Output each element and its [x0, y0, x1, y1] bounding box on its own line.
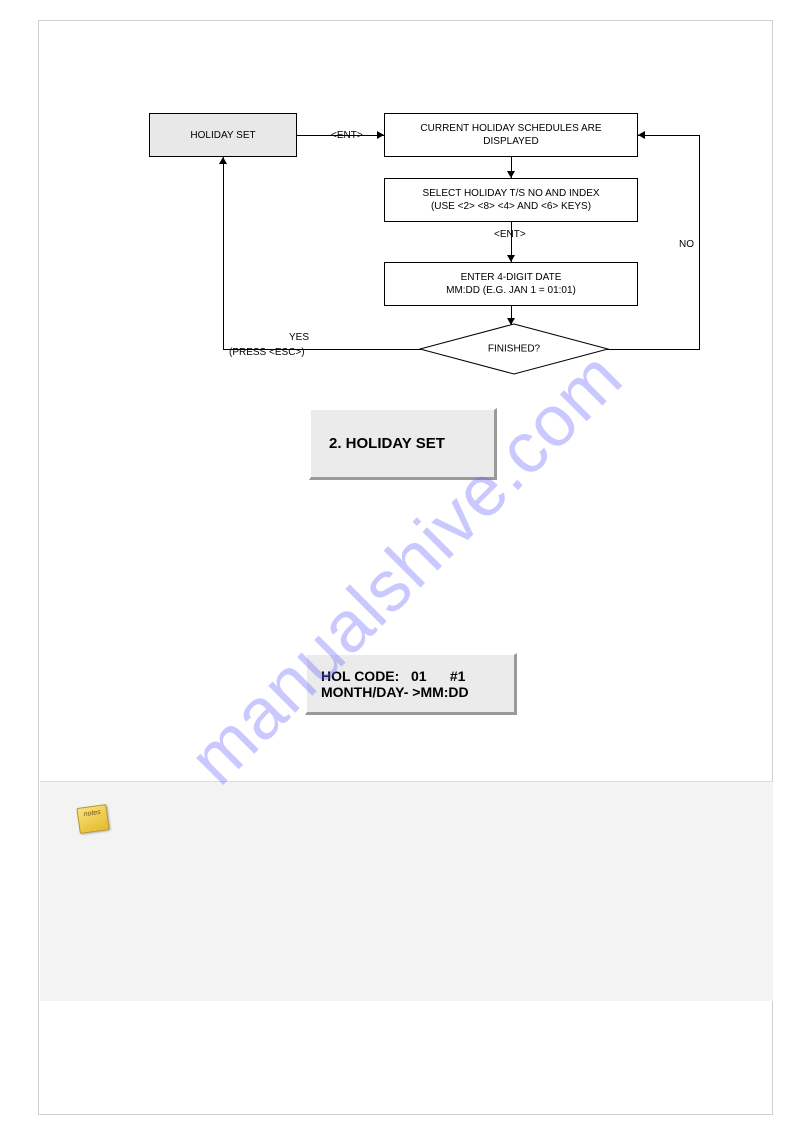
esc-label: (PRESS <ESC>)	[229, 347, 305, 358]
sticky-note-icon: notes	[76, 804, 109, 834]
arrowhead-icon	[507, 171, 515, 178]
box3-line2: MM:DD (E.G. JAN 1 = 01:01)	[446, 284, 576, 297]
flowchart: HOLIDAY SET <ENT> CURRENT HOLIDAY SCHEDU…	[149, 113, 719, 393]
box1-line2: DISPLAYED	[483, 135, 538, 148]
yes-label: YES	[289, 332, 309, 343]
ent-label: <ENT>	[331, 130, 363, 141]
title-panel-text: 2. HOLIDAY SET	[329, 435, 445, 452]
box3-line1: ENTER 4-DIGIT DATE	[461, 271, 562, 284]
decision-label: FINISHED?	[488, 344, 540, 355]
connector-line	[223, 157, 224, 350]
connector-line	[607, 349, 699, 350]
arrowhead-icon	[219, 157, 227, 164]
flow-decision: FINISHED?	[419, 323, 609, 375]
document-page: HOLIDAY SET <ENT> CURRENT HOLIDAY SCHEDU…	[38, 20, 773, 1115]
box2-line2: (USE <2> <8> <4> AND <6> KEYS)	[431, 200, 591, 213]
box2-line1: SELECT HOLIDAY T/S NO AND INDEX	[422, 187, 599, 200]
box1-line1: CURRENT HOLIDAY SCHEDULES ARE	[420, 122, 601, 135]
flow-box-select: SELECT HOLIDAY T/S NO AND INDEX (USE <2>…	[384, 178, 638, 222]
title-panel: 2. HOLIDAY SET	[309, 408, 497, 480]
arrowhead-icon	[507, 255, 515, 262]
connector-line	[638, 135, 700, 136]
code-panel-line2: MONTH/DAY- >MM:DD	[321, 684, 469, 700]
flow-start-label: HOLIDAY SET	[190, 130, 255, 141]
code-panel-line1: HOL CODE: 01 #1	[321, 668, 465, 684]
ent-label-2: <ENT>	[494, 229, 526, 240]
flow-box-display: CURRENT HOLIDAY SCHEDULES ARE DISPLAYED	[384, 113, 638, 157]
no-label: NO	[679, 239, 694, 250]
arrowhead-icon	[377, 131, 384, 139]
flow-box-enter-date: ENTER 4-DIGIT DATE MM:DD (E.G. JAN 1 = 0…	[384, 262, 638, 306]
arrowhead-icon	[638, 131, 645, 139]
sticky-note-text: notes	[83, 809, 101, 818]
connector-line	[699, 135, 700, 350]
watermark-text: manualshive.com	[173, 335, 638, 800]
code-panel: HOL CODE: 01 #1 MONTH/DAY- >MM:DD	[305, 653, 517, 715]
flow-start-box: HOLIDAY SET	[149, 113, 297, 157]
notes-area: notes	[40, 781, 773, 1001]
